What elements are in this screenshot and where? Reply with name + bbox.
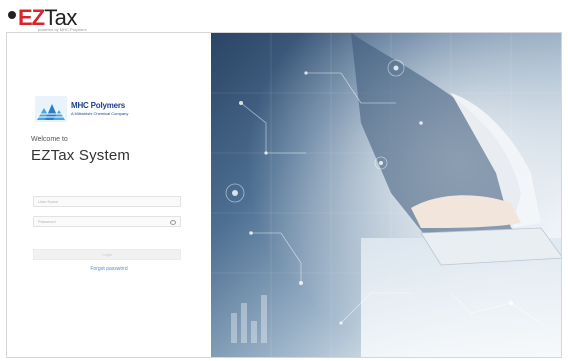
welcome-text: Welcome to: [31, 136, 68, 143]
app-logo: EZ Tax powered by MHC Polymers: [8, 5, 87, 32]
login-button[interactable]: Login: [33, 249, 181, 260]
login-panel: MHC Polymers A Mitsubishi Chemical Compa…: [7, 33, 211, 357]
username-input[interactable]: User Name: [33, 196, 181, 207]
hero-illustration: [211, 33, 561, 357]
system-title: EZTax System: [31, 147, 131, 164]
eye-icon[interactable]: [170, 220, 176, 225]
logo-dot-icon: [8, 11, 16, 19]
company-subtitle: A Mitsubishi Chemical Company: [71, 111, 129, 116]
password-input[interactable]: Password: [33, 216, 181, 227]
company-name: MHC Polymers: [71, 101, 126, 110]
company-logo: MHC Polymers A Mitsubishi Chemical Compa…: [35, 91, 155, 127]
hero-image: [211, 33, 561, 357]
password-placeholder: Password: [38, 219, 56, 224]
login-page: MHC Polymers A Mitsubishi Chemical Compa…: [6, 32, 562, 358]
username-placeholder: User Name: [38, 199, 59, 204]
mountain-logo-icon: [35, 96, 67, 122]
forgot-password-link[interactable]: Forgot password: [7, 266, 211, 272]
